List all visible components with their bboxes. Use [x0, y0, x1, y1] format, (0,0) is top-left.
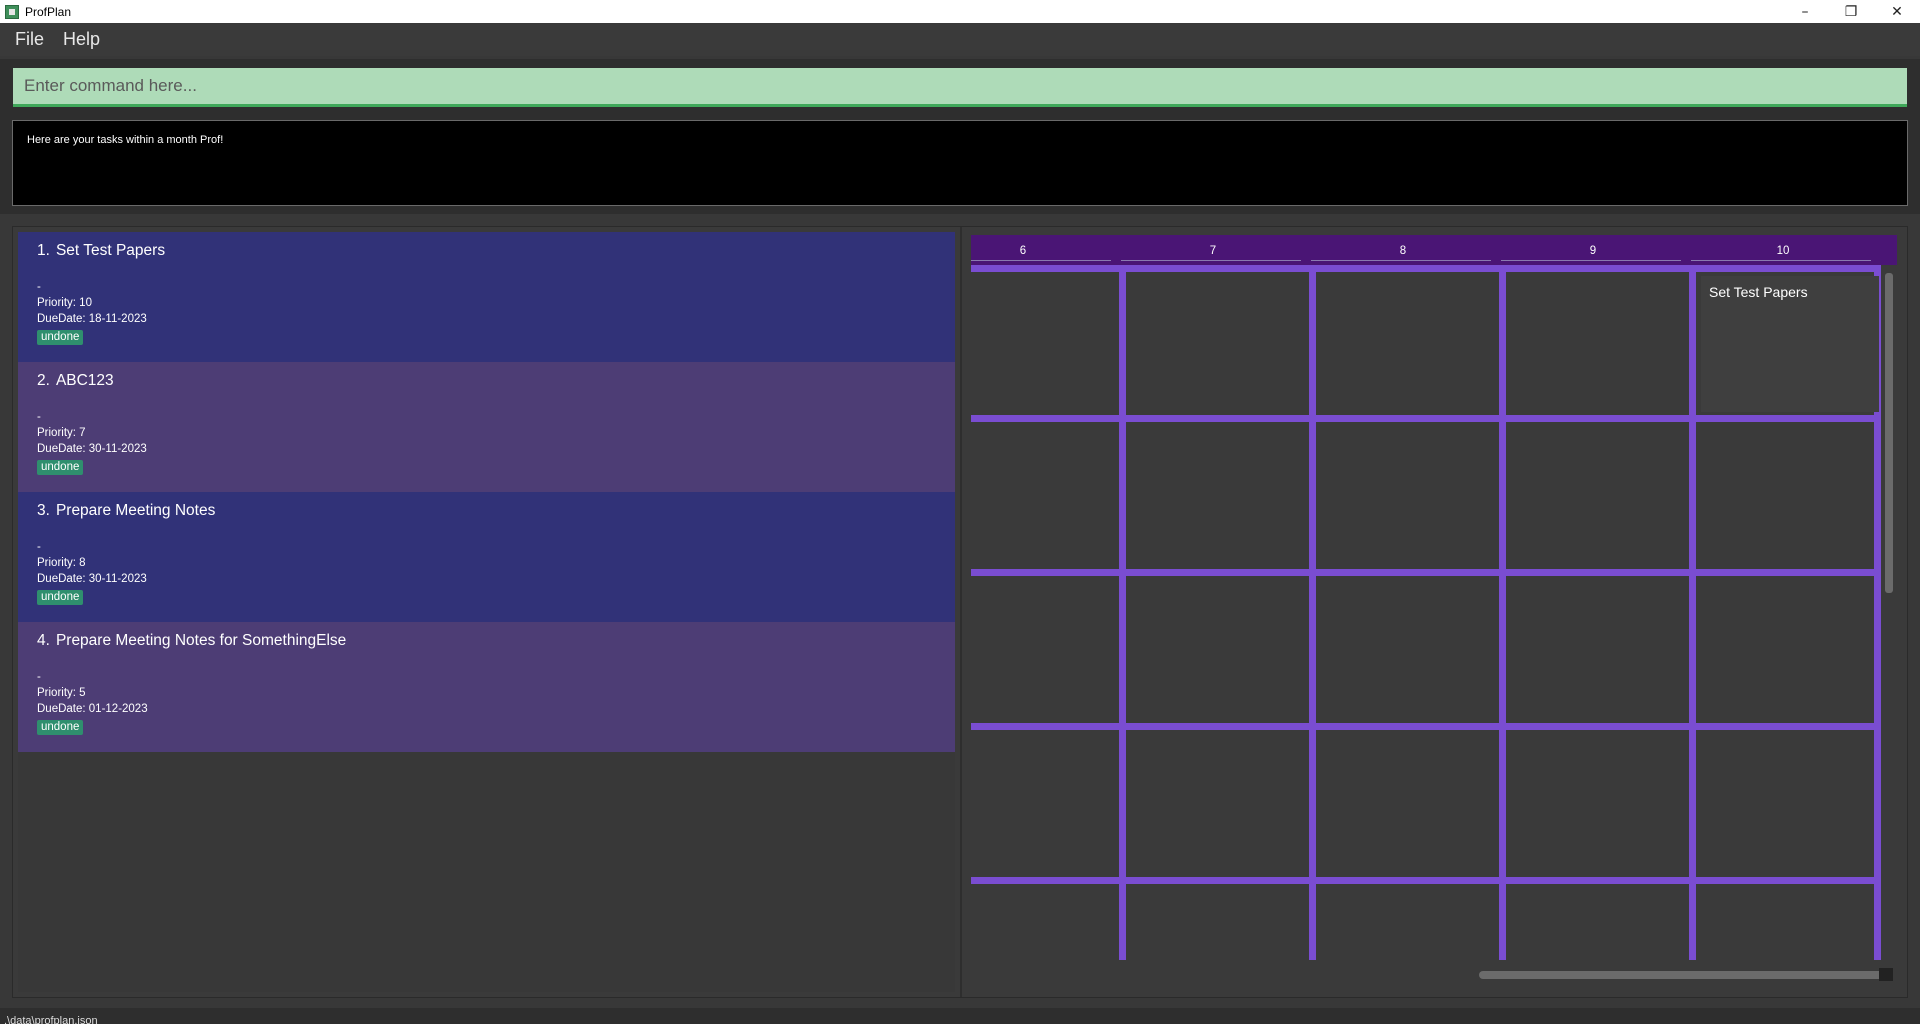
task-priority: Priority: 5: [37, 687, 86, 699]
split-divider[interactable]: [960, 227, 962, 997]
calendar-view[interactable]: 6 7 8 9 10 Set Test Papers: [971, 235, 1901, 995]
horizontal-scrollbar[interactable]: [1479, 971, 1889, 979]
header-divider: [1501, 260, 1681, 261]
task-list[interactable]: 1. Set Test Papers - Priority: 10 DueDate…: [18, 232, 955, 992]
minimize-icon[interactable]: –: [1782, 0, 1828, 23]
task-priority: Priority: 7: [37, 427, 86, 439]
status-badge: undone: [37, 590, 84, 605]
grid-line: [971, 723, 1881, 730]
status-badge: undone: [37, 720, 84, 735]
app-icon: [5, 4, 19, 19]
calendar-day-header: 10: [1776, 245, 1790, 257]
task-due-date: DueDate: 30-11-2023: [37, 443, 147, 455]
grid-line: [1119, 265, 1126, 960]
task-description: -: [37, 281, 41, 293]
calendar-day-header: 8: [1399, 245, 1407, 257]
calendar-header: 6 7 8 9 10: [971, 235, 1897, 265]
menu-bar: File Help: [0, 23, 1920, 56]
main-panel: 1. Set Test Papers - Priority: 10 DueDate…: [12, 226, 1908, 998]
task-description: -: [37, 671, 41, 683]
menu-help[interactable]: Help: [63, 29, 100, 50]
grid-line: [971, 877, 1881, 884]
task-name: Prepare Meeting Notes for SomethingElse: [55, 632, 347, 649]
header-divider: [1691, 260, 1871, 261]
task-due-date: DueDate: 30-11-2023: [37, 573, 147, 585]
task-card[interactable]: 3. Prepare Meeting Notes - Priority: 8 Du…: [18, 492, 955, 622]
task-index: 2.: [37, 372, 50, 389]
restore-icon[interactable]: ❐: [1828, 0, 1874, 23]
task-name: ABC123: [55, 372, 114, 389]
task-card[interactable]: 1. Set Test Papers - Priority: 10 DueDate…: [18, 232, 955, 362]
calendar-grid: Set Test Papers: [971, 265, 1881, 960]
window-title: ProfPlan: [25, 4, 72, 19]
task-index: 4.: [37, 632, 50, 649]
task-description: -: [37, 411, 41, 423]
command-input[interactable]: [13, 68, 1907, 107]
vertical-scrollbar[interactable]: [1885, 273, 1893, 593]
calendar-day-header: 9: [1589, 245, 1597, 257]
result-display: Here are your tasks within a month Prof!: [12, 120, 1908, 206]
status-bar: .\data\profplan.json: [0, 1008, 1920, 1024]
task-description: -: [37, 541, 41, 553]
task-due-date: DueDate: 01-12-2023: [37, 703, 148, 715]
window-controls: – ❐ ✕: [1782, 0, 1920, 23]
grid-line: [1499, 265, 1506, 960]
task-index: 3.: [37, 502, 50, 519]
scroll-corner: [1879, 968, 1893, 981]
title-bar: ProfPlan – ❐ ✕: [0, 0, 1920, 23]
grid-line: [1309, 265, 1316, 960]
status-badge: undone: [37, 330, 84, 345]
task-card[interactable]: 4. Prepare Meeting Notes for SomethingEls…: [18, 622, 955, 752]
grid-line: [971, 415, 1881, 422]
header-divider: [971, 260, 1111, 261]
calendar-day-header: 7: [1209, 245, 1217, 257]
grid-line: [1689, 265, 1696, 960]
task-priority: Priority: 10: [37, 297, 92, 309]
calendar-event[interactable]: Set Test Papers: [1701, 276, 1879, 412]
result-display-container: Here are your tasks within a month Prof!: [0, 114, 1920, 214]
task-name: Set Test Papers: [55, 242, 166, 259]
header-divider: [1121, 260, 1301, 261]
task-card[interactable]: 2. ABC123 - Priority: 7 DueDate: 30-11-20…: [18, 362, 955, 492]
close-icon[interactable]: ✕: [1874, 0, 1920, 23]
menu-file[interactable]: File: [15, 29, 44, 50]
calendar-day-header: 6: [1019, 245, 1027, 257]
grid-line: [971, 569, 1881, 576]
task-due-date: DueDate: 18-11-2023: [37, 313, 147, 325]
grid-line: [971, 265, 1881, 272]
header-divider: [1311, 260, 1491, 261]
command-box: [0, 59, 1920, 114]
task-index: 1.: [37, 242, 50, 259]
task-priority: Priority: 8: [37, 557, 86, 569]
status-badge: undone: [37, 460, 84, 475]
task-name: Prepare Meeting Notes: [55, 502, 216, 519]
